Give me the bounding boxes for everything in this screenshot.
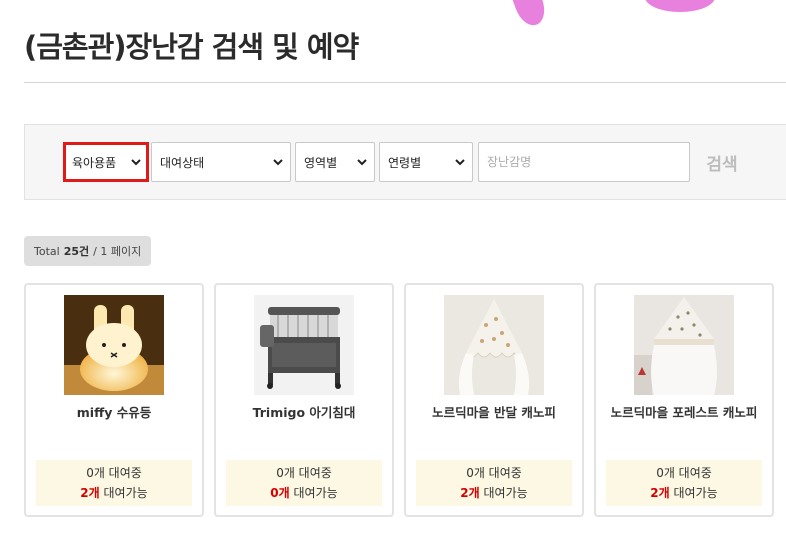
available-label: 대여가능: [103, 486, 148, 500]
product-name[interactable]: Trimigo 아기침대: [222, 403, 386, 423]
product-name[interactable]: miffy 수유등: [32, 403, 196, 423]
rental-status-select[interactable]: 대여상태: [151, 142, 291, 182]
decorative-shape: [508, 0, 550, 30]
total-count-badge: Total 25건 / 1 페이지: [24, 236, 152, 266]
available-label: 대여가능: [483, 486, 528, 500]
rental-status-box: 0개 대여중 0개 대여가능: [226, 460, 382, 506]
product-card[interactable]: 노르딕마을 포레스트 캐노피 0개 대여중 2개 대여가능: [594, 283, 774, 517]
chevron-down-icon: [455, 159, 465, 166]
available-line: 2개 대여가능: [606, 483, 762, 503]
rental-status-box: 0개 대여중 2개 대여가능: [606, 460, 762, 506]
page-count: / 1 페이지: [93, 245, 142, 258]
available-line: 2개 대여가능: [36, 483, 192, 503]
renting-count: 0개 대여중: [466, 466, 522, 480]
toy-name-input[interactable]: [478, 142, 690, 182]
total-label: Total: [34, 244, 60, 258]
available-count: 2개: [460, 486, 480, 500]
product-name[interactable]: 노르딕마을 포레스트 캐노피: [602, 403, 766, 423]
area-select-value: 영역별: [304, 155, 338, 170]
available-label: 대여가능: [293, 486, 338, 500]
rental-status-box: 0개 대여중 2개 대여가능: [36, 460, 192, 506]
decorative-shape: [645, 0, 715, 12]
age-select[interactable]: 연령별: [379, 142, 473, 182]
title-divider: [24, 82, 786, 83]
category-select[interactable]: 육아용품: [63, 142, 149, 182]
available-count: 2개: [650, 486, 670, 500]
rental-status-value: 대여상태: [160, 155, 205, 170]
rental-status-box: 0개 대여중 2개 대여가능: [416, 460, 572, 506]
available-line: 2개 대여가능: [416, 483, 572, 503]
total-count: 25건: [63, 245, 90, 258]
renting-count: 0개 대여중: [276, 466, 332, 480]
available-count: 2개: [80, 486, 100, 500]
renting-count: 0개 대여중: [86, 466, 142, 480]
product-card[interactable]: miffy 수유등 0개 대여중 2개 대여가능: [24, 283, 204, 517]
available-line: 0개 대여가능: [226, 483, 382, 503]
age-select-value: 연령별: [388, 155, 422, 170]
product-image[interactable]: [254, 295, 354, 395]
area-select[interactable]: 영역별: [295, 142, 375, 182]
product-name[interactable]: 노르딕마을 반달 캐노피: [412, 403, 576, 423]
product-image[interactable]: [634, 295, 734, 395]
available-count: 0개: [270, 486, 290, 500]
search-button[interactable]: 검색: [700, 146, 744, 178]
category-select-value: 육아용품: [72, 155, 117, 170]
product-card[interactable]: Trimigo 아기침대 0개 대여중 0개 대여가능: [214, 283, 394, 517]
renting-count: 0개 대여중: [656, 466, 712, 480]
chevron-down-icon: [131, 159, 141, 166]
product-image[interactable]: [64, 295, 164, 395]
product-card[interactable]: 노르딕마을 반달 캐노피 0개 대여중 2개 대여가능: [404, 283, 584, 517]
chevron-down-icon: [357, 159, 367, 166]
chevron-down-icon: [273, 159, 283, 166]
page-title: (금촌관)장난감 검색 및 예약: [24, 30, 359, 64]
available-label: 대여가능: [673, 486, 718, 500]
product-image[interactable]: [444, 295, 544, 395]
